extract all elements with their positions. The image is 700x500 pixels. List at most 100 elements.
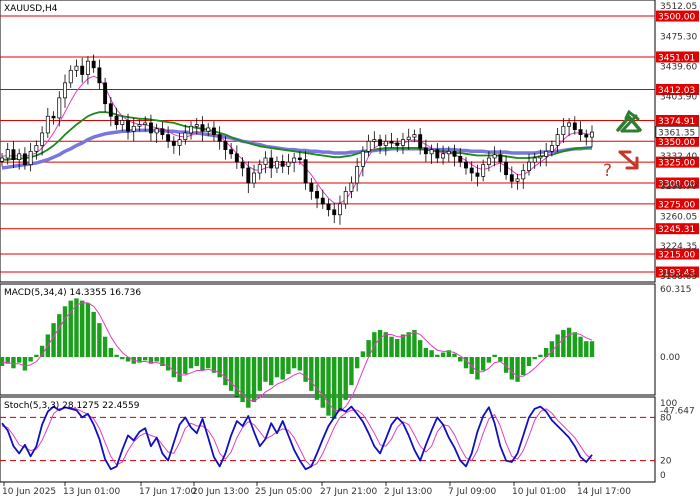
macd-bar bbox=[91, 311, 96, 357]
macd-bar bbox=[440, 352, 446, 357]
macd-bar bbox=[498, 357, 503, 362]
candle-body bbox=[22, 153, 27, 166]
candle-body bbox=[578, 129, 583, 135]
candle-body bbox=[555, 134, 560, 146]
macd-bar bbox=[269, 357, 274, 386]
macd-bar bbox=[354, 357, 360, 369]
macd-bar bbox=[143, 357, 148, 361]
candle-body bbox=[486, 157, 491, 166]
macd-bar bbox=[120, 357, 125, 360]
candle-body bbox=[458, 155, 463, 163]
price-axis-tick: 3224.35 bbox=[660, 242, 697, 252]
macd-bar bbox=[532, 357, 537, 360]
level-label: 3374.91 bbox=[658, 117, 695, 127]
candle-body bbox=[355, 165, 360, 184]
macd-bar bbox=[486, 357, 492, 363]
macd-bar bbox=[188, 357, 194, 369]
macd-bar bbox=[251, 357, 257, 403]
macd-bar bbox=[372, 332, 377, 357]
trading-chart[interactable]: 3500.003451.013412.033374.913350.003325.… bbox=[0, 0, 700, 500]
price-axis-tick: 3512.05 bbox=[660, 2, 697, 12]
candle-body bbox=[429, 149, 434, 155]
candle-body bbox=[378, 139, 383, 146]
candle-body bbox=[57, 97, 62, 119]
candle-body bbox=[469, 167, 474, 174]
time-axis-label: 2 Jul 13:00 bbox=[384, 487, 433, 497]
macd-bar bbox=[343, 357, 348, 400]
candle-body bbox=[360, 150, 365, 167]
macd-bar bbox=[406, 332, 411, 357]
candle-body bbox=[177, 139, 182, 146]
candle-body bbox=[189, 125, 193, 134]
macd-bar bbox=[515, 357, 520, 382]
macd-bar bbox=[57, 314, 62, 357]
candle-body bbox=[280, 160, 285, 167]
macd-bar bbox=[228, 357, 234, 391]
candle-body bbox=[521, 170, 526, 180]
stoch-axis-tick: 20 bbox=[660, 457, 672, 467]
macd-bar bbox=[400, 334, 406, 357]
candle-body bbox=[183, 132, 188, 140]
macd-bar bbox=[584, 341, 589, 357]
candle-body bbox=[223, 140, 228, 150]
stoch-axis-tick: 80 bbox=[660, 413, 672, 423]
time-axis-label: 27 Jun 21:00 bbox=[320, 487, 377, 497]
candle-body bbox=[91, 60, 96, 69]
macd-bar bbox=[165, 357, 171, 371]
macd-bar bbox=[526, 357, 532, 367]
price-axis-tick: 3188.65 bbox=[660, 272, 697, 282]
macd-bar bbox=[337, 357, 343, 412]
candle-body bbox=[532, 157, 537, 163]
candle-body bbox=[527, 161, 531, 171]
candle-body bbox=[435, 149, 440, 159]
price-axis-tick: 3403.90 bbox=[660, 92, 697, 102]
candle-body bbox=[0, 157, 4, 162]
macd-bar bbox=[423, 347, 429, 357]
macd-panel-title: MACD(5,34,4) 14.3355 16.736 bbox=[4, 288, 141, 298]
macd-bar bbox=[28, 357, 33, 362]
price-axis-tick: 3475.30 bbox=[660, 33, 697, 43]
candle-body bbox=[137, 124, 142, 127]
price-axis-tick: 3260.05 bbox=[660, 212, 697, 222]
candle-body bbox=[74, 65, 79, 71]
macd-bar bbox=[521, 357, 526, 376]
candle-body bbox=[481, 164, 486, 177]
macd-bar bbox=[475, 357, 480, 380]
macd-bar bbox=[280, 357, 285, 380]
candle-body bbox=[401, 139, 405, 146]
stoch-axis-tick: 0 bbox=[660, 471, 666, 481]
candle-body bbox=[286, 161, 291, 167]
macd-bar bbox=[62, 306, 68, 357]
candle-body bbox=[338, 203, 342, 216]
candle-body bbox=[584, 134, 589, 138]
candle-body bbox=[97, 67, 102, 84]
candle-body bbox=[475, 172, 480, 177]
candle-body bbox=[423, 147, 428, 155]
macd-bar bbox=[11, 357, 16, 369]
macd-bar bbox=[263, 357, 268, 382]
macd-bar bbox=[154, 357, 159, 362]
candle-body bbox=[143, 122, 148, 125]
candle-body bbox=[544, 150, 549, 157]
macd-axis-tick: 0.00 bbox=[660, 353, 680, 363]
candle-body bbox=[326, 203, 331, 211]
candle-body bbox=[257, 164, 262, 174]
candle-body bbox=[34, 145, 39, 152]
candle-body bbox=[446, 150, 451, 155]
candle-body bbox=[200, 124, 205, 132]
candle-body bbox=[206, 127, 211, 132]
candle-body bbox=[269, 157, 274, 169]
candle-body bbox=[567, 122, 572, 127]
candle-body bbox=[395, 142, 400, 146]
candle-body bbox=[131, 125, 136, 132]
candle-body bbox=[498, 154, 503, 163]
candle-body bbox=[549, 145, 554, 152]
macd-bar bbox=[349, 357, 354, 386]
candle-body bbox=[234, 153, 239, 163]
candle-body bbox=[389, 140, 394, 144]
macd-bar bbox=[200, 357, 205, 371]
macd-bar bbox=[417, 340, 423, 357]
macd-bar bbox=[480, 357, 486, 371]
candle-body bbox=[509, 174, 514, 182]
time-axis-label: 10 Jul 01:00 bbox=[512, 487, 566, 497]
